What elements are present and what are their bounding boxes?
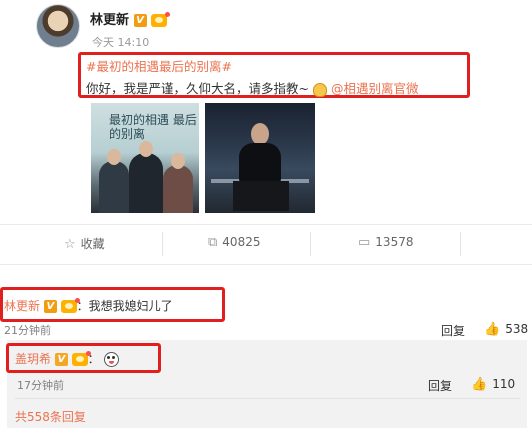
like-button[interactable]: 👍 110: [471, 377, 515, 392]
comment-text: ：我想我媳妇儿了: [76, 299, 173, 313]
reply-author[interactable]: 盖玥希: [15, 352, 51, 366]
comment-button[interactable]: ▭ 13578: [358, 235, 413, 250]
thumb-up-icon: 👍: [471, 377, 488, 392]
verified-v-icon: V: [54, 353, 68, 366]
favorite-button[interactable]: ☆ 收藏: [64, 235, 105, 252]
poster-figure: [163, 165, 193, 213]
person-body: [239, 143, 281, 183]
favorite-label: 收藏: [80, 237, 105, 251]
divider: [460, 232, 461, 256]
more-replies-link[interactable]: 共558条回复: [15, 408, 86, 425]
vip-crown-icon: [151, 12, 171, 27]
post-author[interactable]: 林更新 V: [90, 9, 171, 28]
like-count: 110: [492, 377, 516, 391]
poster-figure: [129, 153, 163, 213]
like-button[interactable]: 👍 538: [484, 322, 528, 337]
person-legs: [233, 181, 289, 211]
divider: [162, 232, 163, 256]
comment-item: 林更新 V ：我想我媳妇儿了: [4, 297, 173, 314]
comment-time: 21分钟前: [4, 324, 51, 337]
post-image-poster[interactable]: 最初的相遇 最后的别离: [91, 103, 199, 213]
post-author-name[interactable]: 林更新: [90, 13, 129, 28]
vip-crown-icon: [60, 298, 80, 313]
clap-emoji-icon: [312, 82, 327, 97]
verified-v-icon: V: [133, 14, 147, 27]
like-count: 538: [505, 322, 529, 336]
hashtag-link[interactable]: #最初的相遇最后的别离#: [86, 56, 232, 75]
verified-v-icon: V: [43, 300, 57, 313]
thumb-up-icon: 👍: [484, 322, 501, 337]
post-text: 你好，我是严谨，久仰大名，请多指教~ @相遇别离官微: [86, 78, 418, 97]
author-avatar[interactable]: [36, 4, 80, 48]
reply-button[interactable]: 回复: [428, 377, 452, 394]
post-image-photo[interactable]: [205, 103, 315, 213]
poster-figure: [99, 161, 129, 213]
reply-time: 17分钟前: [17, 379, 64, 392]
poster-title: 最初的相遇 最后的别离: [109, 113, 197, 141]
reply-item: 盖玥希 V ：: [15, 350, 119, 367]
repost-count: 40825: [222, 235, 261, 249]
post-body: 你好，我是严谨，久仰大名，请多指教~: [86, 81, 309, 96]
face-emoji-icon: [103, 352, 119, 367]
repost-button[interactable]: ⧉ 40825: [208, 235, 260, 250]
vip-crown-icon: [71, 351, 91, 366]
divider: [0, 264, 532, 265]
reply-button[interactable]: 回复: [441, 322, 465, 339]
divider: [310, 232, 311, 256]
comment-icon: ▭: [358, 235, 371, 250]
repost-icon: ⧉: [208, 235, 218, 250]
comment-count: 13578: [375, 235, 414, 249]
divider: [0, 224, 532, 225]
comment-author[interactable]: 林更新: [4, 299, 40, 313]
mention-link[interactable]: @相遇别离官微: [331, 81, 419, 96]
star-icon: ☆: [64, 237, 76, 252]
person-head: [251, 123, 269, 145]
divider: [15, 398, 520, 399]
post-time[interactable]: 今天 14:10: [92, 34, 149, 50]
